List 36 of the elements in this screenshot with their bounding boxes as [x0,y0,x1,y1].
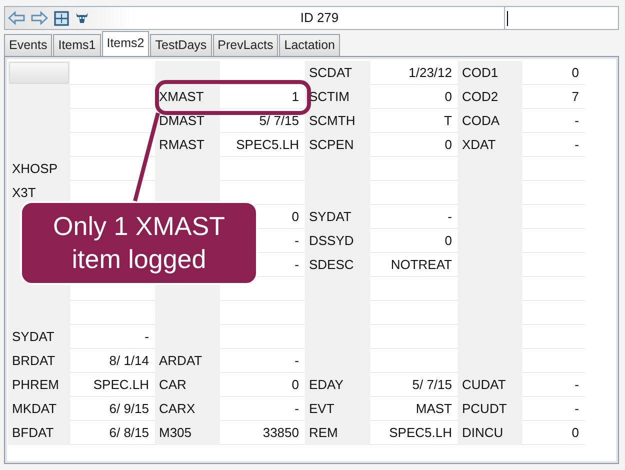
field-label: PHREM [8,373,70,397]
tab[interactable]: Items1 [53,34,101,56]
tab[interactable]: Lactation [279,34,340,56]
tab[interactable]: Events [4,34,52,56]
tab[interactable]: Items2 [102,31,150,56]
field-label: SDESC [305,253,370,277]
field-label: MKDAT [8,397,70,421]
field-label: RMAST [155,133,220,157]
field-label: BRDAT [8,349,70,373]
field-label: DSSYD [305,229,370,253]
tab[interactable]: TestDays [150,34,212,56]
field-label: XMAST [155,85,220,109]
field-label: COD1 [458,61,522,85]
field-label: XHOSP [8,157,70,181]
field-label: SCPEN [305,133,370,157]
tab[interactable]: PrevLacts [212,34,278,56]
field-label: SCMTH [305,109,370,133]
field-label: SCDAT [305,61,370,85]
field-label: SCTIM [305,85,370,109]
field-label: EDAY [305,373,370,397]
field-label: REM [305,421,370,445]
field-label: CODA [458,109,522,133]
field-label: SYDAT [8,325,70,349]
field-label: XDAT [458,133,522,157]
field-label: DINCU [458,421,522,445]
field-label: SYDAT [305,205,370,229]
field-label: CUDAT [458,373,522,397]
field-label: PCUDT [458,397,522,421]
field-label: M305 [155,421,220,445]
field-label: EVT [305,397,370,421]
field-label: CAR [155,373,220,397]
field-label: COD2 [458,85,522,109]
field-label: ARDAT [155,349,220,373]
callout-tooltip: Only 1 XMAST item logged [20,201,258,285]
field-label: BFDAT [8,421,70,445]
field-label: CARX [155,397,220,421]
